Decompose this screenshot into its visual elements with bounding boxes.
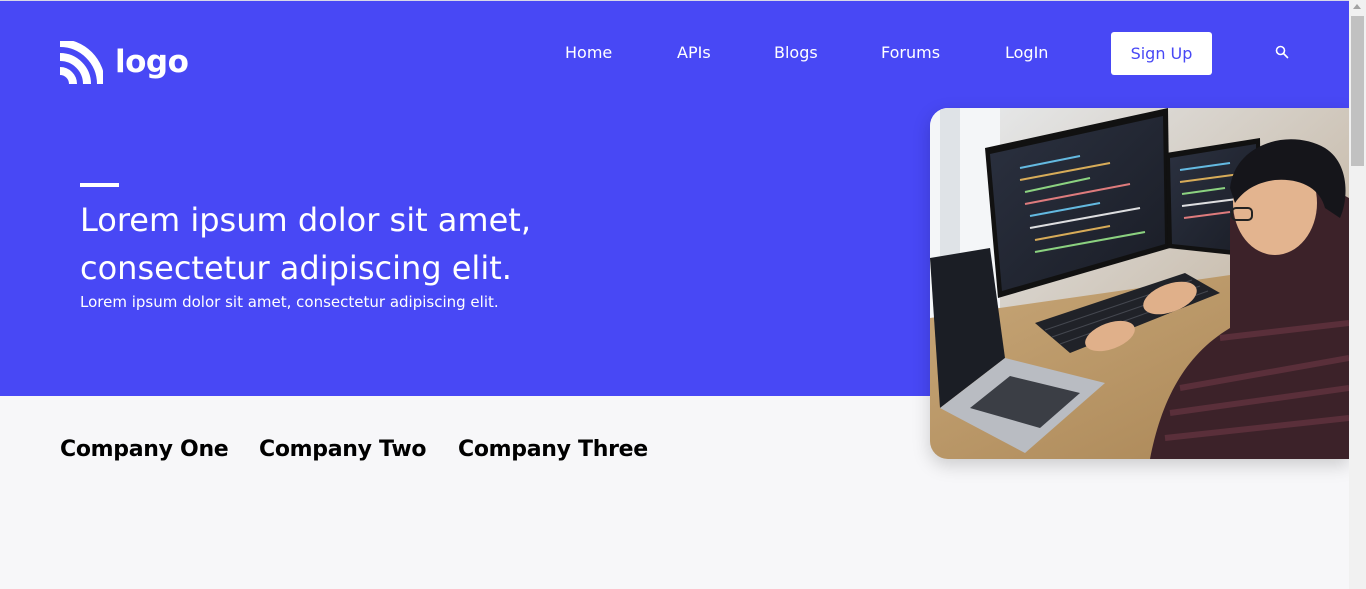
nav-forums[interactable]: Forums xyxy=(881,43,940,62)
search-icon[interactable] xyxy=(1275,45,1289,59)
hero-image xyxy=(930,108,1349,459)
logo-link[interactable]: logo xyxy=(60,40,189,84)
company-three: Company Three xyxy=(458,437,648,462)
hero-headline-line1: Lorem ipsum dolor sit amet, xyxy=(80,201,531,239)
scrollbar-thumb[interactable] xyxy=(1351,16,1364,166)
nav-blogs[interactable]: Blogs xyxy=(774,43,818,62)
signup-button[interactable]: Sign Up xyxy=(1111,32,1212,75)
company-two: Company Two xyxy=(259,437,427,462)
scroll-up-arrow-icon[interactable] xyxy=(1353,4,1361,9)
hero-headline: Lorem ipsum dolor sit amet, consectetur … xyxy=(80,196,640,292)
nav-apis[interactable]: APIs xyxy=(677,43,711,62)
developer-photo xyxy=(930,108,1349,459)
company-one: Company One xyxy=(60,437,229,462)
nav-home[interactable]: Home xyxy=(565,43,612,62)
wifi-arcs-icon xyxy=(60,40,103,84)
hero-subline: Lorem ipsum dolor sit amet, consectetur … xyxy=(80,293,499,311)
headline-accent-line xyxy=(80,183,119,187)
logo-text: logo xyxy=(115,44,189,80)
nav-login[interactable]: LogIn xyxy=(1005,43,1048,62)
hero-headline-line2: consectetur adipiscing elit. xyxy=(80,249,512,287)
